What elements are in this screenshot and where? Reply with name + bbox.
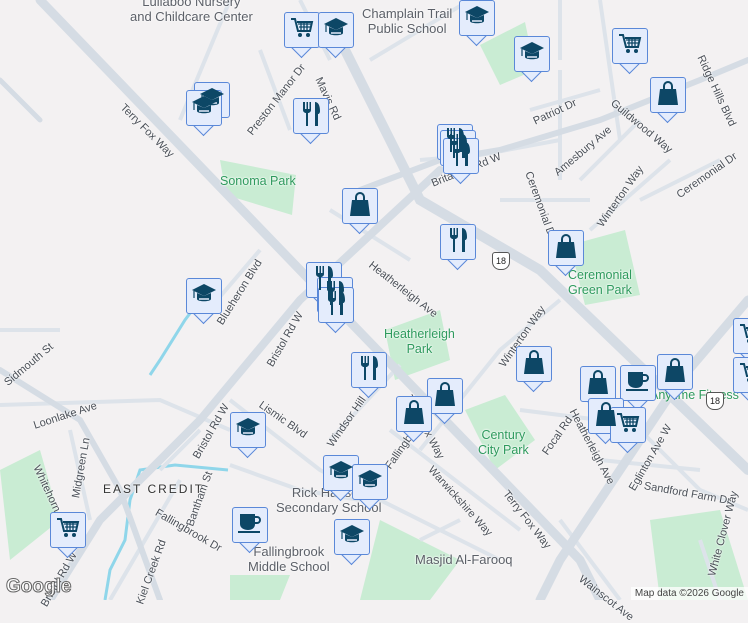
school-icon	[191, 283, 217, 310]
school-marker[interactable]	[352, 464, 388, 511]
food-icon	[450, 141, 472, 172]
bag-icon	[657, 80, 679, 111]
school-marker[interactable]	[186, 278, 222, 325]
school-icon	[464, 5, 490, 32]
bag-marker[interactable]	[396, 396, 432, 443]
bag-marker[interactable]	[342, 188, 378, 235]
area-label-east-credit: EAST CREDIT	[103, 482, 205, 496]
bag-marker[interactable]	[516, 346, 552, 393]
school-icon	[328, 460, 354, 487]
school-marker[interactable]	[334, 519, 370, 566]
bag-icon	[403, 399, 425, 430]
food-marker[interactable]	[440, 224, 476, 271]
food-marker[interactable]	[351, 352, 387, 399]
school-icon	[357, 469, 383, 496]
cart-icon	[739, 362, 748, 389]
cart-icon	[56, 517, 80, 544]
park-label-century: Century City Park	[478, 428, 529, 457]
school-icon	[339, 524, 365, 551]
bag-icon	[555, 233, 577, 264]
bag-marker[interactable]	[427, 378, 463, 425]
poi-label-champlain: Champlain Trail Public School	[362, 6, 453, 36]
google-logo: Google	[5, 576, 72, 598]
food-marker[interactable]	[293, 98, 329, 145]
park-label-heatherleigh: Heatherleigh Park	[384, 327, 455, 356]
school-marker[interactable]	[459, 0, 495, 47]
school-icon	[235, 417, 261, 444]
food-icon	[300, 101, 322, 132]
cart-marker[interactable]	[733, 318, 748, 365]
bag-icon	[587, 369, 609, 400]
cart-marker[interactable]	[612, 28, 648, 75]
cart-marker[interactable]	[284, 12, 320, 59]
bag-icon	[664, 357, 686, 388]
map-data-credit[interactable]: Map data ©2026 Google	[630, 587, 748, 600]
bag-marker[interactable]	[548, 230, 584, 277]
cart-icon	[618, 33, 642, 60]
bag-icon	[434, 381, 456, 412]
poi-label-masjid: Masjid Al-Farooq	[415, 552, 513, 567]
coffee-icon	[237, 511, 263, 540]
bag-icon	[349, 191, 371, 222]
coffee-marker[interactable]	[620, 365, 656, 412]
cart-marker[interactable]	[733, 357, 748, 404]
school-icon	[191, 95, 217, 122]
school-marker[interactable]	[186, 90, 222, 137]
school-icon	[519, 41, 545, 68]
coffee-icon	[625, 369, 651, 398]
school-marker[interactable]	[230, 412, 266, 459]
school-marker[interactable]	[318, 12, 354, 59]
school-marker[interactable]	[514, 36, 550, 83]
cart-icon	[739, 323, 748, 350]
food-icon	[358, 355, 380, 386]
route-18-shield: 18	[706, 392, 724, 410]
cart-marker[interactable]	[50, 512, 86, 559]
cart-marker[interactable]	[610, 407, 646, 454]
cart-icon	[290, 17, 314, 44]
bag-icon	[523, 349, 545, 380]
coffee-marker[interactable]	[232, 507, 268, 554]
poi-label-lullaboo: Lullaboo Nursery and Childcare Center	[130, 0, 253, 24]
park-label-sonoma: Sonoma Park	[220, 174, 296, 188]
food-icon	[447, 227, 469, 258]
food-icon	[325, 290, 347, 321]
bag-marker[interactable]	[650, 77, 686, 124]
school-icon	[323, 17, 349, 44]
cart-icon	[616, 412, 640, 439]
bag-marker[interactable]	[657, 354, 693, 401]
route-18-shield: 18	[492, 252, 510, 270]
